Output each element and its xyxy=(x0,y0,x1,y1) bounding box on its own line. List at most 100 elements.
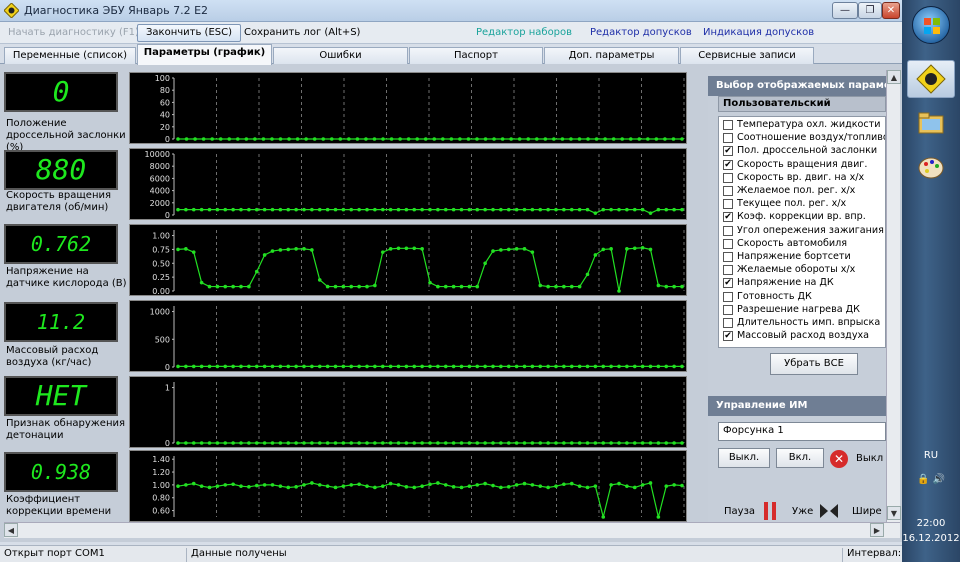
data-point xyxy=(333,207,338,212)
start-button[interactable] xyxy=(912,6,950,44)
scroll-up-icon[interactable]: ▲ xyxy=(887,70,901,84)
tray-icons[interactable]: 🔒 🔊 xyxy=(902,474,960,485)
data-point xyxy=(534,137,539,141)
checkbox-icon[interactable] xyxy=(723,225,733,236)
data-point xyxy=(522,481,527,486)
tab-variables-list[interactable]: Переменные (список) xyxy=(4,47,136,64)
app-logo-icon xyxy=(4,3,19,18)
data-point xyxy=(247,485,251,489)
checkbox-icon[interactable] xyxy=(723,252,733,262)
tab-errors[interactable]: Ошибки xyxy=(273,47,408,64)
checkbox-checked-icon[interactable]: ✔ xyxy=(723,159,733,170)
taskbar-app-paint[interactable] xyxy=(907,148,955,186)
taskbar: RU 🔒 🔊 22:00 16.12.2012 xyxy=(902,0,960,562)
data-point xyxy=(428,364,432,369)
tab-parameters-graph[interactable]: Параметры (график) xyxy=(137,44,272,65)
param-label: Скорость вращения двиг. xyxy=(737,158,868,170)
data-point xyxy=(404,364,409,369)
diagnostics-app-icon xyxy=(916,64,946,94)
data-point xyxy=(500,137,505,141)
data-point xyxy=(310,248,314,252)
scroll-down-icon[interactable]: ▼ xyxy=(887,506,901,520)
checkbox-icon[interactable] xyxy=(723,120,733,130)
data-point xyxy=(609,441,613,445)
taskbar-app-explorer[interactable] xyxy=(907,104,955,142)
data-point xyxy=(270,249,275,253)
tolerance-editor-link[interactable]: Редактор допусков xyxy=(590,27,692,38)
data-point xyxy=(223,364,228,369)
checkbox-icon[interactable] xyxy=(723,199,733,210)
data-point xyxy=(176,207,180,212)
data-point xyxy=(654,137,659,141)
stop-icon[interactable]: ✕ xyxy=(830,450,848,468)
checkbox-icon[interactable] xyxy=(723,318,733,328)
data-point xyxy=(467,441,472,445)
preset-select[interactable]: Пользовательский xyxy=(718,96,886,112)
checkbox-checked-icon[interactable]: ✔ xyxy=(723,278,733,289)
scroll-right-icon[interactable]: ▶ xyxy=(870,523,884,537)
data-point xyxy=(325,284,330,289)
data-point xyxy=(491,207,495,212)
save-log-button[interactable]: Сохранить лог (Alt+S) xyxy=(244,27,360,38)
data-point xyxy=(443,284,448,289)
data-point xyxy=(380,484,385,488)
on-button[interactable]: Вкл. xyxy=(776,448,824,468)
maximize-button[interactable]: ❐ xyxy=(858,2,882,19)
clock-date[interactable]: 16.12.2012 xyxy=(902,533,960,544)
data-point xyxy=(270,364,275,369)
checkbox-checked-icon[interactable]: ✔ xyxy=(723,331,733,342)
narrow-icon[interactable] xyxy=(818,502,840,520)
data-point xyxy=(294,485,298,489)
off-button[interactable]: Выкл. xyxy=(718,448,770,468)
sensor-display-3: 0.762 xyxy=(4,224,118,264)
start-diagnostics-button[interactable]: Начать диагностику (F1) xyxy=(8,27,139,38)
data-point xyxy=(310,481,314,485)
y-tick-label: 500 xyxy=(155,335,170,344)
clock-time[interactable]: 22:00 xyxy=(902,518,960,529)
tab-extra-params[interactable]: Доп. параметры xyxy=(544,47,679,64)
pause-icon[interactable] xyxy=(764,502,778,520)
data-point xyxy=(235,137,240,141)
minimize-button[interactable]: — xyxy=(832,2,858,19)
data-point xyxy=(577,137,582,141)
data-point xyxy=(193,137,197,141)
close-button[interactable]: ✕ xyxy=(882,2,900,19)
data-point xyxy=(441,137,445,141)
finish-button[interactable]: Закончить (ESC) xyxy=(137,24,241,42)
data-point xyxy=(231,364,235,369)
data-point xyxy=(254,441,259,445)
tab-passport[interactable]: Паспорт xyxy=(409,47,543,64)
data-point xyxy=(562,284,566,289)
injector-select[interactable]: Форсунка 1 xyxy=(718,422,886,441)
tolerance-indication-link[interactable]: Индикация допусков xyxy=(703,27,814,38)
y-tick-label: 60 xyxy=(160,98,170,107)
checkbox-icon[interactable] xyxy=(723,304,733,315)
data-point xyxy=(554,284,558,289)
vertical-scrollbar[interactable]: ▲ ▼ xyxy=(886,70,901,522)
checkbox-icon[interactable] xyxy=(723,172,733,183)
data-point xyxy=(357,482,361,487)
language-indicator[interactable]: RU xyxy=(902,450,960,461)
sets-editor-link[interactable]: Редактор наборов xyxy=(476,27,572,38)
data-point xyxy=(302,483,306,487)
checkbox-checked-icon[interactable]: ✔ xyxy=(723,212,733,223)
data-point xyxy=(499,207,503,212)
checkbox-icon[interactable] xyxy=(723,291,733,302)
checkbox-icon[interactable] xyxy=(723,238,733,249)
data-point xyxy=(373,364,377,369)
data-point xyxy=(286,364,291,369)
data-point xyxy=(514,207,519,212)
clear-all-button[interactable]: Убрать ВСЕ xyxy=(770,353,858,375)
checkbox-icon[interactable] xyxy=(723,265,733,276)
horizontal-scrollbar[interactable]: ◀ ▶ xyxy=(4,522,900,538)
scroll-left-icon[interactable]: ◀ xyxy=(4,523,18,537)
taskbar-app-diagnostics[interactable] xyxy=(907,60,955,98)
checkbox-icon[interactable] xyxy=(723,186,733,196)
checkbox-icon[interactable] xyxy=(723,133,733,144)
data-point xyxy=(365,484,369,488)
data-point xyxy=(436,481,440,485)
data-point xyxy=(321,137,326,141)
tab-service-records[interactable]: Сервисные записи xyxy=(680,47,814,64)
data-point xyxy=(499,485,503,490)
checkbox-checked-icon[interactable]: ✔ xyxy=(723,146,733,157)
